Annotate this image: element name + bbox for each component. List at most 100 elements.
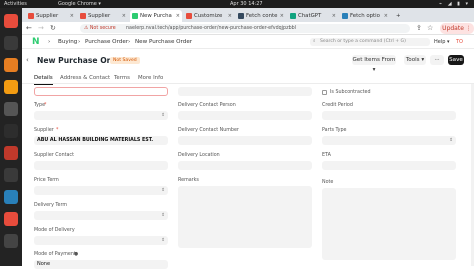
new-tab-icon[interactable]: + [394, 10, 406, 22]
favicon-icon [238, 13, 244, 19]
eta-field[interactable] [322, 161, 456, 170]
close-icon[interactable]: × [70, 10, 74, 22]
get-items-from-button[interactable]: Get Items From ▾ [352, 55, 396, 73]
favicon-icon [342, 13, 348, 19]
close-icon[interactable]: × [384, 10, 388, 22]
chevron-updown-icon: ⇕ [161, 213, 165, 218]
column2-top-field[interactable] [178, 87, 312, 96]
dock-app-icon[interactable] [4, 124, 18, 138]
type-select[interactable]: ⇕ [34, 111, 168, 120]
delivery-contact-person-field[interactable] [178, 111, 312, 120]
delivery-location-field[interactable] [178, 161, 312, 170]
page-head: ‹ New Purchase Order Not Saved Get Items… [22, 49, 474, 73]
browser-tab[interactable]: New Purcha × [130, 10, 182, 22]
address-bar: ← → ↻ ⚠ Not secure naelerp.nval.tech/app… [22, 22, 474, 35]
url-input[interactable]: ⚠ Not secure naelerp.nval.tech/app/purch… [80, 24, 410, 33]
favicon-icon [132, 13, 138, 19]
supplier-contact-field[interactable] [34, 161, 168, 170]
breadcrumb-purchase-order[interactable]: Purchase Order [85, 38, 128, 46]
forward-arrow-icon[interactable]: → [38, 24, 44, 33]
remarks-label: Remarks [178, 178, 199, 183]
browser-tab[interactable]: ChatGPT × [288, 10, 338, 22]
dock-app-icon[interactable] [4, 212, 18, 226]
breadcrumb-buying[interactable]: Buying [58, 38, 77, 46]
favicon-icon [290, 13, 296, 19]
help-circle-icon[interactable]: ● [74, 252, 78, 258]
search-placeholder: Search or type a command (Ctrl + G) [320, 39, 406, 44]
required-asterisk: * [44, 103, 47, 108]
parts-type-select[interactable]: ⇕ [322, 136, 456, 145]
mode-of-payment-label: Mode of Payment [34, 252, 76, 257]
delivery-term-select[interactable]: ⇕ [34, 211, 168, 220]
browser-tab[interactable]: Fetch conte × [236, 10, 286, 22]
mode-of-payment-select[interactable]: None [34, 260, 168, 269]
tab-address-contact[interactable]: Address & Contact [60, 74, 110, 82]
tab-label: ChatGPT [298, 13, 322, 19]
close-icon[interactable]: × [122, 10, 126, 22]
avatar[interactable]: TO [456, 38, 463, 46]
tab-label: Supplier [36, 13, 59, 19]
clock[interactable]: Apr 30 14:27 [230, 0, 263, 8]
dock-app-icon[interactable] [4, 36, 18, 50]
dock-app-icon[interactable] [4, 190, 18, 204]
browser-tab[interactable]: Fetch optio × [340, 10, 390, 22]
browser-tab[interactable]: Supplier × [78, 10, 128, 22]
awesomebar-search-input[interactable]: ⌕ Search or type a command (Ctrl + G) [310, 38, 430, 46]
note-label: Note [322, 180, 334, 185]
credit-period-label: Credit Period [322, 103, 353, 108]
browser-tab[interactable]: Supplier × [26, 10, 76, 22]
error-field[interactable] [34, 87, 168, 96]
tools-button[interactable]: Tools ▾ [404, 55, 426, 65]
delivery-location-label: Delivery Location [178, 153, 220, 158]
more-actions-button[interactable]: ··· [430, 55, 444, 65]
breadcrumb-chevron-icon: › [128, 39, 131, 45]
chevron-left-icon[interactable]: ‹ [26, 56, 29, 64]
browser-tab[interactable]: Customize × [184, 10, 234, 22]
help-dropdown[interactable]: Help ▾ [434, 38, 450, 46]
search-icon: ⌕ [313, 39, 316, 44]
share-icon[interactable]: ⇪ [416, 24, 422, 33]
close-icon[interactable]: × [280, 10, 284, 22]
credit-period-field[interactable] [322, 111, 456, 120]
breadcrumb-current[interactable]: New Purchase Order [135, 38, 192, 46]
dock-app-icon[interactable] [4, 58, 18, 72]
tab-terms[interactable]: Terms [114, 74, 130, 82]
back-arrow-icon[interactable]: ← [26, 24, 32, 33]
breadcrumb-chevron-icon: › [48, 39, 51, 45]
note-textarea[interactable] [322, 188, 456, 260]
close-icon[interactable]: × [176, 10, 180, 22]
tab-label: New Purcha [140, 13, 172, 19]
tab-more-info[interactable]: More Info [138, 74, 163, 82]
dock-app-icon[interactable] [4, 14, 18, 28]
activities-button[interactable]: Activities [4, 0, 27, 8]
status-badge: Not Saved [110, 57, 140, 64]
supplier-field[interactable]: ABU AL HASSAN BUILDING MATERIALS EST. [34, 136, 168, 145]
dock-app-icon[interactable] [4, 168, 18, 182]
form-tabs: Details Address & Contact Terms More Inf… [22, 72, 474, 85]
dock-app-icon[interactable] [4, 80, 18, 94]
dock-app-icon[interactable] [4, 234, 18, 248]
favicon-icon [28, 13, 34, 19]
price-term-select[interactable]: ⇕ [34, 186, 168, 195]
dock [0, 8, 22, 266]
reload-icon[interactable]: ↻ [50, 24, 56, 33]
mode-of-delivery-select[interactable]: ⇕ [34, 236, 168, 245]
remarks-textarea[interactable] [178, 186, 312, 248]
not-secure-indicator[interactable]: ⚠ Not secure [84, 24, 116, 33]
dock-app-icon[interactable] [4, 146, 18, 160]
app-menu[interactable]: Google Chrome ▾ [58, 0, 101, 8]
mode-of-delivery-label: Mode of Delivery [34, 228, 75, 233]
dock-app-icon[interactable] [4, 102, 18, 116]
bookmark-star-icon[interactable]: ☆ [427, 24, 433, 33]
erpnext-logo[interactable]: N [32, 38, 40, 47]
system-tray[interactable]: ⌁ ◢ ▮ ▾ [439, 0, 470, 8]
chevron-updown-icon: ⇕ [161, 113, 165, 118]
is-subcontracted-checkbox[interactable] [322, 90, 327, 95]
delivery-contact-number-field[interactable] [178, 136, 312, 145]
update-button[interactable]: Update ⋮ [440, 23, 474, 34]
supplier-label: Supplier [34, 128, 54, 133]
close-icon[interactable]: × [332, 10, 336, 22]
favicon-icon [80, 13, 86, 19]
close-icon[interactable]: × [228, 10, 232, 22]
save-button[interactable]: Save [448, 55, 464, 65]
